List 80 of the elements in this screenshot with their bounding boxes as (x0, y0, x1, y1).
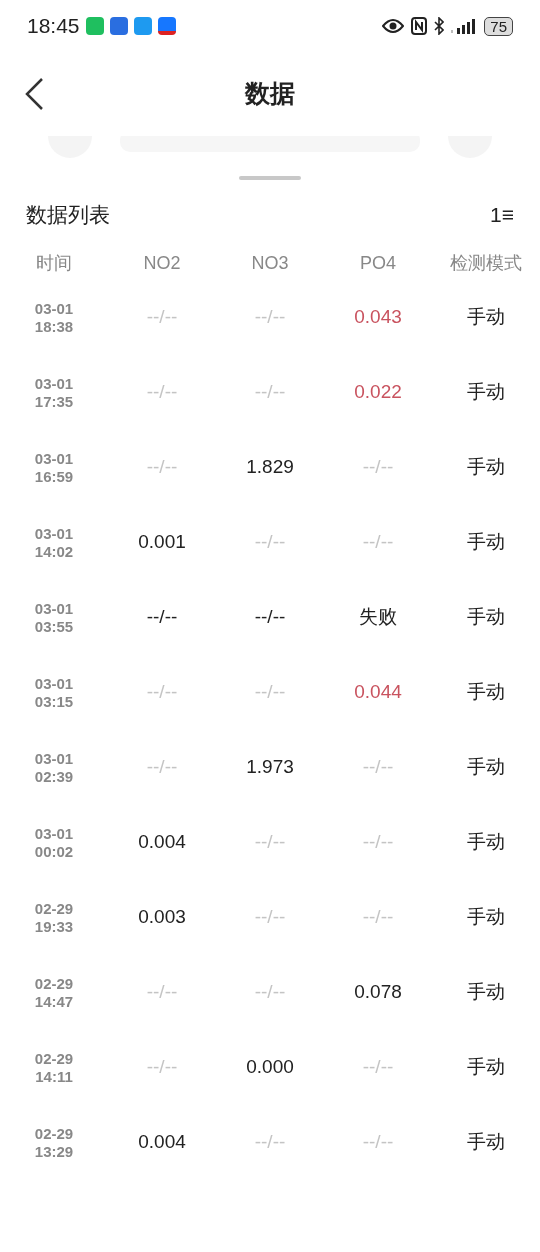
table-cell-text: 手动 (467, 755, 505, 780)
table-cell-text: 0.003 (138, 905, 186, 930)
time-cell-text: 03-01 17:35 (33, 374, 75, 411)
table-cell-text: 手动 (467, 905, 505, 930)
table-cell-text: --/-- (146, 980, 178, 1005)
table-cell-text: 失败 (359, 605, 397, 630)
drag-handle[interactable] (239, 176, 301, 180)
column-header: PO4 (360, 252, 396, 273)
table-cell-text: 手动 (467, 530, 505, 555)
table-cell-text: 手动 (467, 1130, 505, 1155)
table-cell-text: 1.973 (246, 755, 294, 780)
table-cell-text: 手动 (467, 1055, 505, 1080)
time-cell-text: 02-29 14:11 (33, 1049, 75, 1086)
table-cell-text: --/-- (254, 380, 286, 405)
table-cell-text: --/-- (254, 905, 286, 930)
column-header: NO2 (143, 252, 181, 273)
table-cell-text: 0.004 (138, 830, 186, 855)
time-cell-text: 02-29 14:47 (33, 974, 75, 1011)
time-cell-text: 03-01 00:02 (33, 824, 75, 861)
time-cell-text: 03-01 16:59 (33, 449, 75, 486)
table-cell-text: 手动 (467, 830, 505, 855)
table-cell-text: --/-- (146, 455, 178, 480)
table-cell-text: --/-- (362, 455, 394, 480)
column-header: 时间 (36, 252, 72, 273)
time-cell-text: 02-29 19:33 (33, 899, 75, 936)
table-cell-text: 0.000 (246, 1055, 294, 1080)
chat-app-icon (85, 17, 104, 35)
time-cell-text: 03-01 03:55 (33, 599, 75, 636)
table-cell-text: 1.829 (246, 455, 294, 480)
time-cell-text: 03-01 02:39 (33, 749, 75, 786)
table-cell-text: --/-- (146, 680, 178, 705)
table-cell-text: 手动 (467, 455, 505, 480)
time-cell-text: 03-01 14:02 (33, 524, 75, 561)
table-cell-text: 0.044 (354, 680, 402, 705)
table-cell-text: --/-- (362, 905, 394, 930)
signal-icon (451, 18, 478, 34)
payment-app-icon (157, 17, 176, 35)
table-cell-text: --/-- (146, 380, 178, 405)
bluetooth-icon (434, 17, 445, 35)
table-cell-text: --/-- (362, 530, 394, 555)
status-time: 18:45 (27, 13, 80, 40)
list-title: 数据列表 (26, 202, 110, 229)
time-cell-text: 02-29 13:29 (33, 1124, 75, 1161)
table-cell-text: 0.001 (138, 530, 186, 555)
table-cell-text: --/-- (254, 830, 286, 855)
back-icon[interactable] (24, 77, 44, 111)
table-cell-text: --/-- (362, 755, 394, 780)
table-cell-text: 0.043 (354, 305, 402, 330)
column-header: 检测模式 (450, 252, 522, 273)
time-cell-text: 03-01 03:15 (33, 674, 75, 711)
table-cell-text: --/-- (362, 830, 394, 855)
nfc-icon (411, 17, 428, 35)
table-cell-text: --/-- (254, 305, 286, 330)
table-cell-text: --/-- (146, 1055, 178, 1080)
table-cell-text: 手动 (467, 605, 505, 630)
eye-icon (382, 18, 405, 34)
battery-level: 75 (484, 16, 513, 36)
table-cell-text: --/-- (254, 1130, 286, 1155)
table-cell-text: --/-- (146, 305, 178, 330)
table-cell-text: 0.078 (354, 980, 402, 1005)
table-cell-text: 手动 (467, 680, 505, 705)
page-title: 数据 (245, 78, 295, 110)
table-cell-text: 0.022 (354, 380, 402, 405)
table-cell-text: --/-- (146, 755, 178, 780)
message-app-icon (133, 17, 152, 35)
table-cell-text: --/-- (254, 680, 286, 705)
table-cell-text: --/-- (146, 605, 178, 630)
table-cell-text: --/-- (362, 1055, 394, 1080)
table-cell-text: 手动 (467, 305, 505, 330)
table-cell-text: --/-- (254, 530, 286, 555)
app-icon (109, 17, 128, 35)
table-cell-text: 手动 (467, 380, 505, 405)
table-cell-text: 0.004 (138, 1130, 186, 1155)
table-cell-text: --/-- (362, 1130, 394, 1155)
sort-button[interactable]: 1≡ (490, 199, 514, 231)
table-cell-text: --/-- (254, 605, 286, 630)
table-cell-text: --/-- (254, 980, 286, 1005)
time-cell-text: 03-01 18:38 (33, 299, 75, 336)
column-header: NO3 (251, 252, 289, 273)
table-cell-text: 手动 (467, 980, 505, 1005)
